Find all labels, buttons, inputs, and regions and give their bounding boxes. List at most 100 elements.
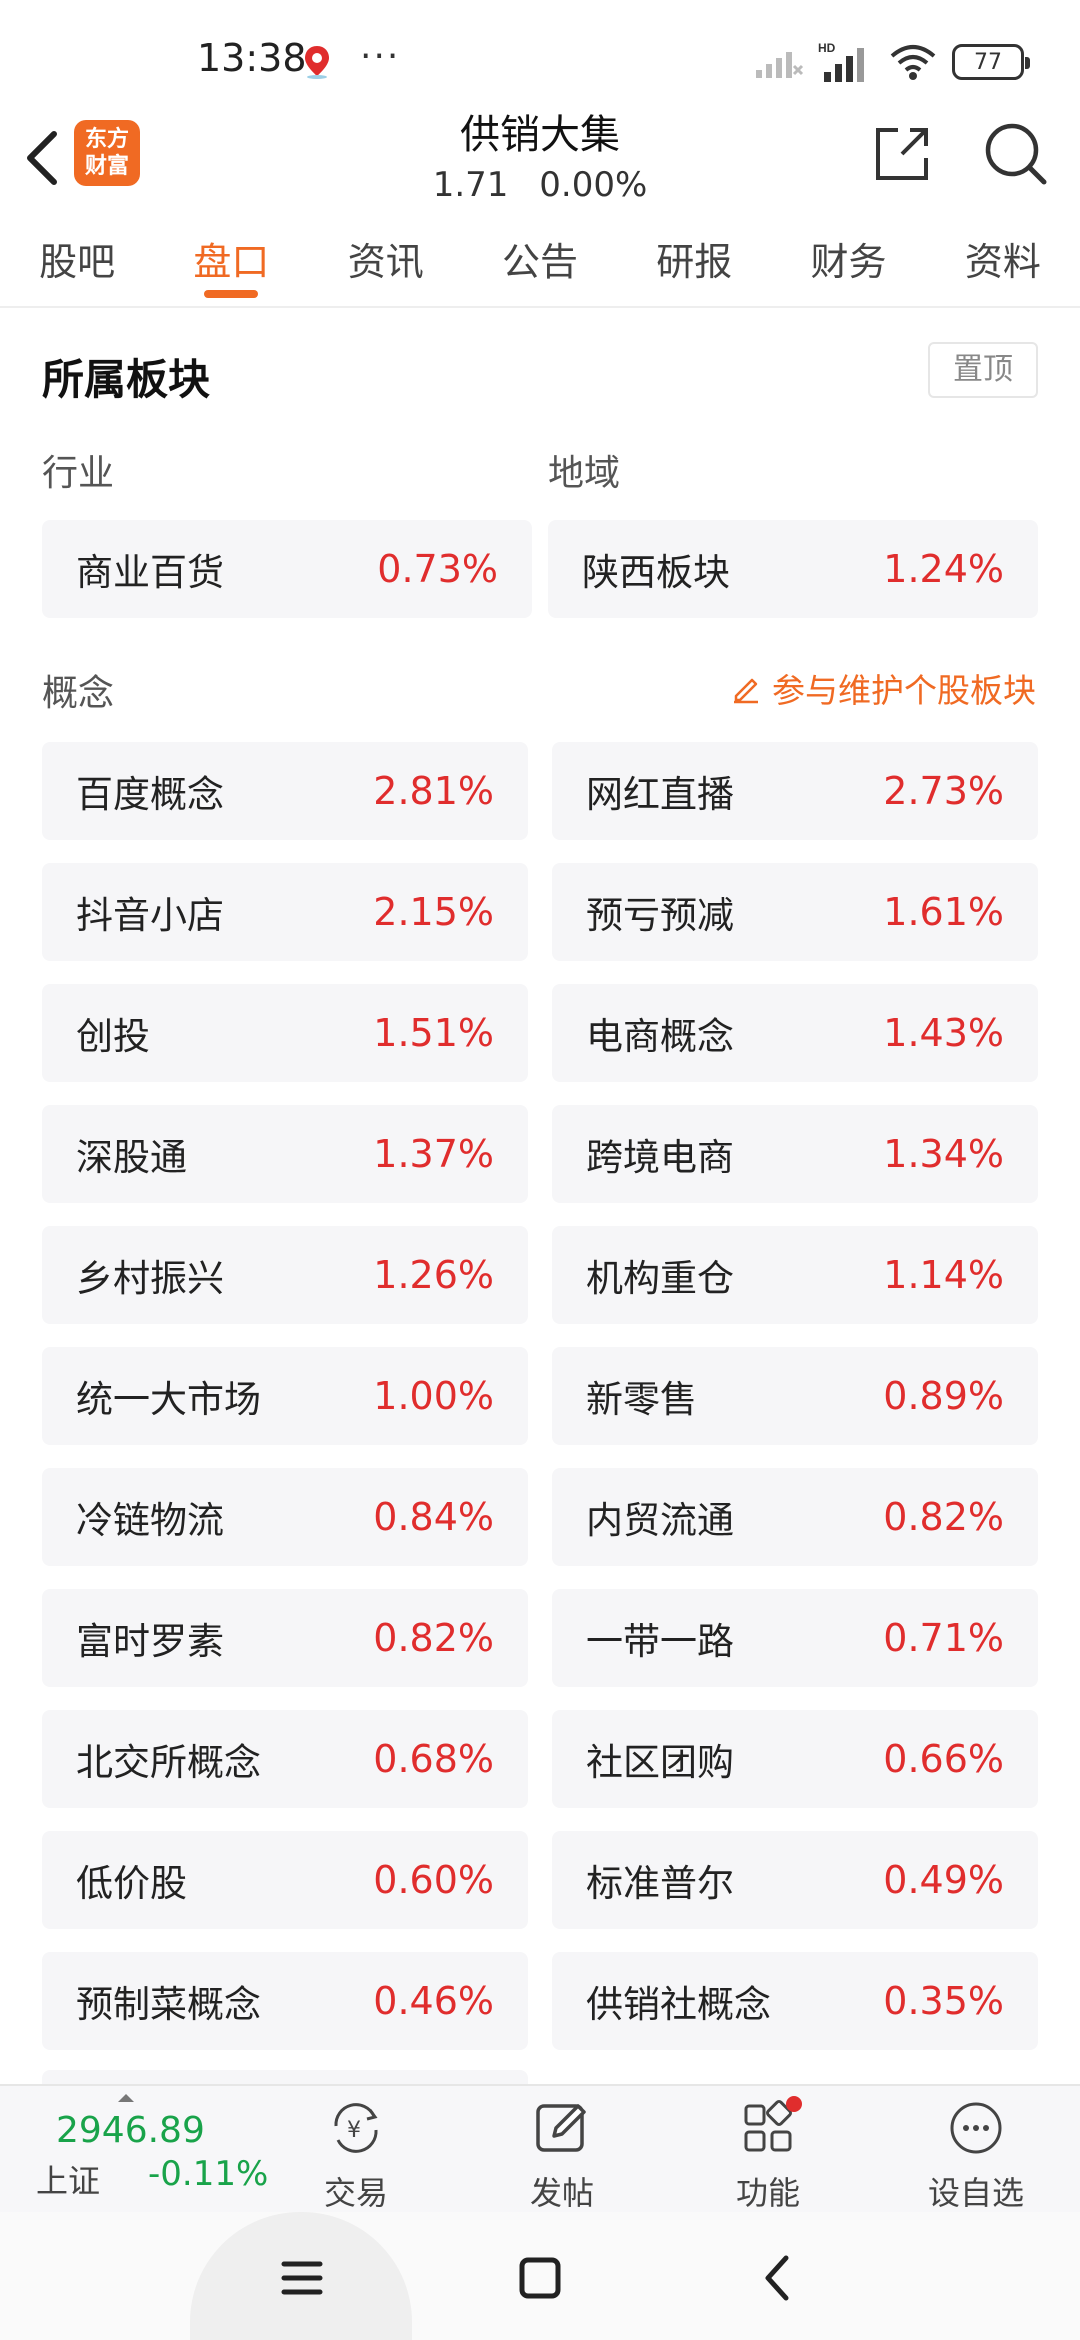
back-nav-icon[interactable] — [748, 2248, 808, 2308]
tab-pankou[interactable]: 盘口 — [154, 220, 308, 306]
sector-name: 内贸流通 — [586, 1499, 734, 1542]
sector-name: 跨境电商 — [586, 1136, 734, 1179]
index-change[interactable]: -0.11% — [148, 2154, 268, 2194]
sector-change: 1.37% — [373, 1132, 494, 1176]
concept-card[interactable]: 乡村振兴 1.26% — [42, 1226, 528, 1324]
sector-name: 预制菜概念 — [76, 1983, 261, 2026]
tab-profile[interactable]: 资料 — [926, 220, 1080, 306]
post-button[interactable]: 发帖 — [502, 2096, 622, 2214]
pin-to-top-button[interactable]: 置顶 — [928, 342, 1038, 398]
concept-card[interactable]: 低价股 0.60% — [42, 1831, 528, 1929]
share-icon[interactable] — [872, 124, 932, 184]
concept-card[interactable]: 内贸流通 0.82% — [552, 1468, 1038, 1566]
stock-quote: 1.71 0.00% — [340, 162, 740, 208]
more-circle-icon — [950, 2102, 1002, 2154]
concept-card[interactable]: 跨境电商 1.34% — [552, 1105, 1038, 1203]
functions-button[interactable]: 功能 — [708, 2096, 828, 2214]
battery-icon: 77 — [952, 44, 1030, 80]
sector-name: 冷链物流 — [76, 1499, 224, 1542]
trade-label: 交易 — [323, 2174, 388, 2212]
concept-card[interactable]: 网红直播 2.73% — [552, 742, 1038, 840]
sector-change: 0.73% — [377, 547, 498, 591]
menu-icon[interactable] — [272, 2248, 332, 2308]
tab-news[interactable]: 资讯 — [309, 220, 463, 306]
concept-card[interactable]: 供销社概念 0.35% — [552, 1952, 1038, 2050]
sector-change: 0.68% — [373, 1737, 494, 1781]
sector-change: 1.24% — [883, 547, 1004, 591]
concept-card[interactable]: 深股通 1.37% — [42, 1105, 528, 1203]
sector-change: 0.71% — [883, 1616, 1004, 1660]
logo-line2: 财富 — [84, 154, 129, 179]
sector-change: 1.61% — [883, 890, 1004, 934]
add-watchlist-label: 设自选 — [927, 2174, 1024, 2212]
index-value[interactable]: 2946.89 — [56, 2110, 205, 2151]
app-logo[interactable]: 东方 财富 — [74, 120, 140, 186]
tab-bar: 股吧 盘口 资讯 公告 研报 财务 资料 — [0, 220, 1080, 308]
signal-weak-icon — [756, 52, 804, 78]
concept-card[interactable]: 预亏预减 1.61% — [552, 863, 1038, 961]
stock-change: 0.00% — [539, 165, 648, 205]
concept-card[interactable]: 社区团购 0.66% — [552, 1710, 1038, 1808]
concept-label: 概念 — [42, 673, 115, 714]
chevron-left-icon — [27, 131, 57, 185]
tab-guba[interactable]: 股吧 — [0, 220, 154, 306]
sector-name: 新零售 — [586, 1378, 697, 1421]
concept-grid: 百度概念 2.81% 网红直播 2.73% 抖音小店 2.15% 预亏预减 1.61% … — [42, 742, 1038, 2050]
tab-research[interactable]: 研报 — [617, 220, 771, 306]
battery-level: 77 — [974, 49, 1002, 75]
sector-name: 一带一路 — [586, 1620, 734, 1663]
concept-card-partial[interactable] — [42, 2070, 528, 2084]
concept-card[interactable]: 标准普尔 0.49% — [552, 1831, 1038, 1929]
status-right: HD 77 — [754, 40, 1030, 84]
sector-change: 0.66% — [883, 1737, 1004, 1781]
trade-button[interactable]: ¥ 交易 — [296, 2096, 416, 2214]
sector-change: 0.46% — [373, 1979, 494, 2023]
add-watchlist-button[interactable]: 设自选 — [916, 2096, 1036, 2214]
concept-card[interactable]: 北交所概念 0.68% — [42, 1710, 528, 1808]
sector-change: 1.43% — [883, 1011, 1004, 1055]
index-name[interactable]: 上证 — [36, 2156, 100, 2202]
tab-finance[interactable]: 财务 — [771, 220, 925, 306]
sector-name: 深股通 — [76, 1136, 187, 1179]
concept-card[interactable]: 新零售 0.89% — [552, 1347, 1038, 1445]
concept-card[interactable]: 抖音小店 2.15% — [42, 863, 528, 961]
status-bar: 13:38 ··· HD 77 — [0, 0, 1080, 110]
sector-name: 低价股 — [76, 1862, 187, 1905]
sector-name: 商业百货 — [76, 551, 224, 594]
edit-icon — [734, 678, 758, 704]
industry-label: 行业 — [42, 453, 115, 494]
caret-up-icon[interactable] — [118, 2094, 134, 2102]
edit-post-icon — [536, 2104, 586, 2152]
sector-name: 社区团购 — [586, 1741, 734, 1784]
concept-card[interactable]: 百度概念 2.81% — [42, 742, 528, 840]
concept-card[interactable]: 一带一路 0.71% — [552, 1589, 1038, 1687]
region-card[interactable]: 陕西板块 1.24% — [548, 520, 1038, 618]
home-icon[interactable] — [510, 2248, 570, 2308]
maintain-sectors-link[interactable]: 参与维护个股板块 — [730, 664, 1036, 712]
concept-card[interactable]: 电商概念 1.43% — [552, 984, 1038, 1082]
concept-card[interactable]: 统一大市场 1.00% — [42, 1347, 528, 1445]
signal-hd-icon: HD — [818, 41, 864, 82]
sector-change: 2.81% — [373, 769, 494, 813]
sector-name: 机构重仓 — [586, 1257, 734, 1300]
bottom-action-bar: 2946.89 上证 -0.11% ¥ 交易 发帖 功能 设自选 — [0, 2084, 1080, 2212]
concept-card[interactable]: 富时罗素 0.82% — [42, 1589, 528, 1687]
concept-card[interactable]: 冷链物流 0.84% — [42, 1468, 528, 1566]
concept-card[interactable]: 创投 1.51% — [42, 984, 528, 1082]
back-button[interactable] — [18, 118, 66, 198]
sector-change: 0.35% — [883, 1979, 1004, 2023]
system-nav-bar — [0, 2212, 1080, 2340]
industry-card[interactable]: 商业百货 0.73% — [42, 520, 532, 618]
wifi-icon — [890, 45, 936, 80]
search-icon[interactable] — [982, 120, 1048, 186]
section-title: 所属板块 — [42, 355, 211, 404]
sector-name: 供销社概念 — [586, 1983, 771, 2026]
concept-card[interactable]: 机构重仓 1.14% — [552, 1226, 1038, 1324]
tab-announcements[interactable]: 公告 — [463, 220, 617, 306]
sector-change: 2.15% — [373, 890, 494, 934]
more-notifications-icon: ··· — [360, 36, 401, 77]
concept-card[interactable]: 预制菜概念 0.46% — [42, 1952, 528, 2050]
location-app-icon — [305, 46, 329, 79]
stock-price: 1.71 — [432, 165, 509, 205]
svg-text:¥: ¥ — [347, 2118, 361, 2143]
